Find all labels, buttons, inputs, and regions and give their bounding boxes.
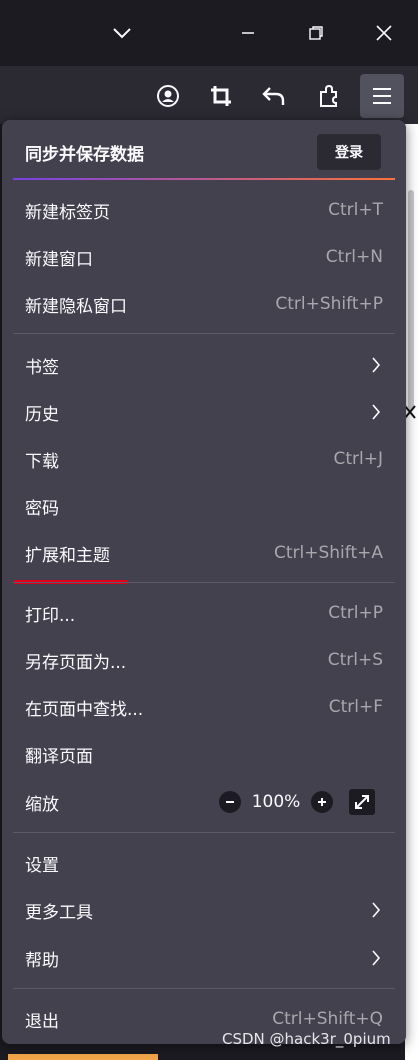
menu-item-label: 在页面中查找... <box>25 699 144 720</box>
menu-item-more-tools[interactable]: 更多工具 <box>13 888 395 932</box>
menu-item-shortcut: Ctrl+F <box>328 697 383 717</box>
menu-item-downloads[interactable]: 下载 Ctrl+J <box>13 437 395 481</box>
menu-item-label: 新建隐私窗口 <box>25 296 127 317</box>
title-bar <box>0 0 418 66</box>
menu-item-label: 新建标签页 <box>25 202 110 223</box>
menu-item-label: 打印... <box>25 605 76 626</box>
chevron-right-icon <box>371 949 395 967</box>
extensions-icon[interactable] <box>307 74 351 118</box>
menu-item-shortcut: Ctrl+Shift+A <box>273 543 383 563</box>
minimize-icon[interactable] <box>228 14 268 52</box>
zoom-out-button[interactable] <box>219 791 241 813</box>
chevron-right-icon <box>371 901 395 919</box>
menu-item-label: 另存页面为... <box>25 652 127 673</box>
menu-item-label: 书签 <box>25 357 59 378</box>
menu-item-addons-themes[interactable]: 扩展和主题 Ctrl+Shift+A <box>13 531 395 575</box>
menu-item-shortcut: Ctrl+Shift+P <box>275 294 383 314</box>
menu-item-label: 历史 <box>25 404 59 425</box>
menu-separator <box>13 832 395 833</box>
menu-item-label: 更多工具 <box>25 902 93 923</box>
sync-title: 同步并保存数据 <box>25 145 144 165</box>
menu-item-print[interactable]: 打印... Ctrl+P <box>13 591 395 635</box>
menu-item-new-window[interactable]: 新建窗口 Ctrl+N <box>13 235 395 279</box>
watermark-text: CSDN @hack3r_0pium <box>222 1030 391 1048</box>
menu-item-new-tab[interactable]: 新建标签页 Ctrl+T <box>13 188 395 232</box>
menu-item-label: 密码 <box>25 498 59 519</box>
undo-icon[interactable] <box>252 74 296 118</box>
menu-item-shortcut: Ctrl+J <box>333 449 383 469</box>
chevron-right-icon <box>371 403 395 421</box>
menu-item-passwords[interactable]: 密码 <box>13 484 395 528</box>
menu-item-bookmarks[interactable]: 书签 <box>13 343 395 387</box>
menu-item-history[interactable]: 历史 <box>13 390 395 434</box>
scrollbar-thumb[interactable] <box>408 190 414 410</box>
menu-item-label: 扩展和主题 <box>25 545 110 566</box>
hamburger-menu-icon[interactable] <box>360 74 404 118</box>
navigation-toolbar <box>0 66 418 124</box>
menu-item-zoom: 缩放 100% <box>13 780 395 824</box>
menu-item-translate-page[interactable]: 翻译页面 <box>13 732 395 776</box>
account-icon[interactable] <box>146 74 190 118</box>
restore-icon[interactable] <box>296 14 336 52</box>
menu-item-shortcut: Ctrl+Shift+Q <box>272 1009 383 1029</box>
zoom-in-button[interactable] <box>311 791 333 813</box>
menu-item-save-page-as[interactable]: 另存页面为... Ctrl+S <box>13 638 395 682</box>
menu-item-find-in-page[interactable]: 在页面中查找... Ctrl+F <box>13 685 395 729</box>
page-content <box>405 124 418 1060</box>
menu-item-label: 翻译页面 <box>25 746 93 767</box>
zoom-controls: 100% <box>219 780 375 824</box>
accent-divider <box>13 178 395 180</box>
menu-separator <box>13 333 395 334</box>
menu-item-shortcut: Ctrl+S <box>327 650 383 670</box>
screenshot-crop-icon[interactable] <box>199 74 243 118</box>
menu-separator <box>13 988 395 989</box>
chevron-right-icon <box>371 356 395 374</box>
page-image-fragment <box>8 1054 158 1060</box>
app-menu-panel: 同步并保存数据 登录 新建标签页 Ctrl+T 新建窗口 Ctrl+N 新建隐私… <box>2 120 406 1044</box>
login-button[interactable]: 登录 <box>317 134 381 170</box>
menu-item-label: 帮助 <box>25 950 59 971</box>
chevron-down-icon[interactable] <box>102 14 142 52</box>
fullscreen-button[interactable] <box>349 789 375 815</box>
menu-item-help[interactable]: 帮助 <box>13 936 395 980</box>
close-icon[interactable] <box>364 14 404 52</box>
menu-item-label: 设置 <box>25 855 59 876</box>
menu-item-label: 退出 <box>25 1011 59 1032</box>
menu-item-label: 下载 <box>25 451 59 472</box>
menu-item-shortcut: Ctrl+N <box>325 247 383 267</box>
menu-item-shortcut: Ctrl+P <box>328 603 383 623</box>
menu-item-settings[interactable]: 设置 <box>13 841 395 885</box>
zoom-reset-button[interactable]: 100% <box>241 792 311 812</box>
menu-item-label: 新建窗口 <box>25 249 93 270</box>
menu-item-shortcut: Ctrl+T <box>328 200 383 220</box>
menu-separator <box>13 582 395 583</box>
menu-item-new-private-window[interactable]: 新建隐私窗口 Ctrl+Shift+P <box>13 282 395 326</box>
